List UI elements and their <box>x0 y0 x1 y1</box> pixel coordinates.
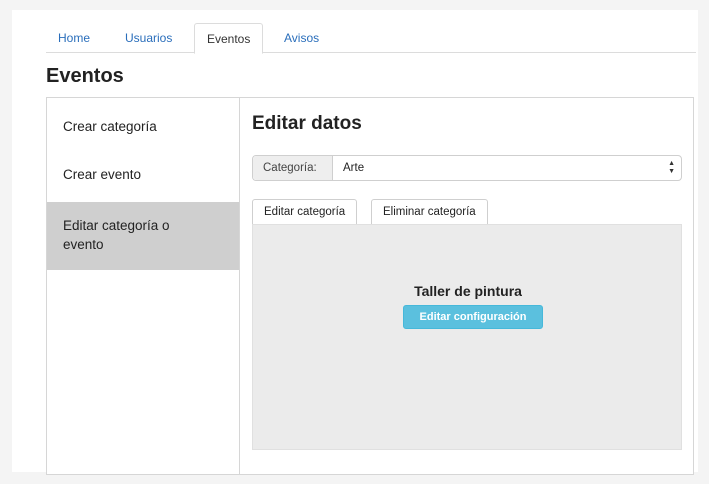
select-arrows-icon: ▲ ▼ <box>668 160 675 175</box>
nav-tab-eventos[interactable]: Eventos <box>194 23 264 54</box>
edit-config-button[interactable]: Editar configuración <box>403 305 543 329</box>
content-area: Editar datos Categoría: Arte ▲ ▼ Editar c… <box>241 98 693 474</box>
nav-tab-home[interactable]: Home <box>46 23 102 53</box>
page: Home Usuarios Eventos Avisos Eventos Cre… <box>0 0 709 484</box>
top-nav: Home Usuarios Eventos Avisos <box>46 23 696 54</box>
nav-tab-avisos[interactable]: Avisos <box>272 23 331 53</box>
tab-eliminar-categoria[interactable]: Eliminar categoría <box>371 199 488 225</box>
category-select-value[interactable]: Arte <box>343 156 364 180</box>
sidebar-item-editar-categoria-o-evento[interactable]: Editar categoría o evento <box>47 202 239 270</box>
category-select[interactable]: Categoría: Arte ▲ ▼ <box>252 155 682 181</box>
tab-pane: Taller de pintura Editar configuración <box>252 224 682 450</box>
sidebar: Crear categoría Crear evento Editar cate… <box>47 98 240 474</box>
main-frame: Crear categoría Crear evento Editar cate… <box>46 97 694 475</box>
content-title: Editar datos <box>252 113 362 134</box>
nav-tab-usuarios[interactable]: Usuarios <box>113 23 184 53</box>
category-tabs: Editar categoría Eliminar categoría <box>252 199 682 225</box>
category-select-label: Categoría: <box>253 156 333 180</box>
page-title: Eventos <box>46 65 124 87</box>
sidebar-item-crear-categoria[interactable]: Crear categoría <box>47 108 239 146</box>
event-title: Taller de pintura <box>414 283 522 299</box>
sidebar-item-crear-evento[interactable]: Crear evento <box>47 156 239 194</box>
tab-editar-categoria[interactable]: Editar categoría <box>252 199 358 225</box>
